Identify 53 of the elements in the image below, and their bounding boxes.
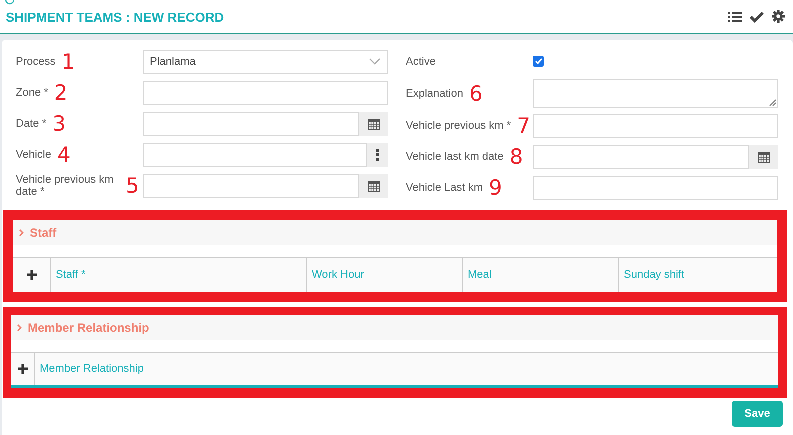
annotation-number: 3: [52, 112, 66, 134]
calendar-button[interactable]: [749, 144, 778, 168]
input-field[interactable]: [533, 114, 778, 138]
field-label: Vehicle: [16, 148, 52, 160]
calendar-icon: [368, 180, 380, 192]
field-label: Vehicle previous km *: [406, 120, 512, 132]
annotation-number: 9: [489, 176, 502, 198]
column-header[interactable]: Sunday shift: [618, 258, 777, 292]
field-label: Explanation: [406, 88, 464, 100]
more-button[interactable]: [367, 142, 388, 166]
input-field[interactable]: [143, 112, 359, 136]
column-header[interactable]: Staff *: [50, 258, 306, 292]
calendar-icon: [368, 118, 380, 130]
field-label: Vehicle last km date: [406, 150, 504, 162]
save-button[interactable]: Save: [732, 401, 783, 427]
calendar-button[interactable]: [359, 174, 388, 198]
plus-icon: [18, 364, 28, 374]
input-field[interactable]: [143, 174, 359, 198]
page-title: SHIPMENT TEAMS : NEW RECORD: [6, 10, 224, 25]
check-icon[interactable]: [750, 10, 764, 22]
field-label: Vehicle previous km date *: [16, 174, 115, 198]
chevron-right-icon: [19, 228, 24, 236]
field-label: Process: [16, 56, 56, 68]
plus-icon: [26, 270, 36, 280]
field-label: Vehicle Last km: [406, 182, 484, 194]
section-header[interactable]: Member Relationship: [11, 315, 778, 340]
active-checkbox[interactable]: [533, 56, 544, 66]
process-dropdown[interactable]: Planlama: [143, 50, 388, 74]
annotation-number: 4: [57, 144, 71, 166]
settings-icon[interactable]: [772, 10, 785, 23]
column-header[interactable]: Meal: [462, 258, 618, 292]
resize-grip-icon: [769, 99, 776, 106]
input-field[interactable]: [533, 176, 778, 200]
annotation-number: 7: [517, 114, 531, 136]
field-label: Zone *: [16, 86, 48, 98]
list-icon[interactable]: [728, 10, 742, 22]
field-label: Active: [406, 56, 436, 68]
annotation-number: 5: [126, 174, 140, 196]
annotation-number: 6: [470, 82, 483, 104]
kebab-icon: [376, 148, 380, 160]
annotation-number: 8: [510, 146, 524, 168]
field-label: Date *: [16, 118, 47, 130]
calendar-button[interactable]: [359, 112, 388, 136]
calendar-icon: [758, 150, 770, 162]
annotation-number: 2: [54, 82, 68, 104]
input-field[interactable]: [143, 142, 367, 166]
chevron-right-icon: [17, 324, 22, 332]
input-field[interactable]: [533, 144, 749, 168]
section-header[interactable]: Staff: [13, 220, 777, 245]
chevron-down-icon: [369, 58, 381, 65]
column-header[interactable]: Work Hour: [306, 258, 462, 292]
annotation-number: 1: [62, 50, 76, 72]
input-field[interactable]: [143, 80, 388, 104]
